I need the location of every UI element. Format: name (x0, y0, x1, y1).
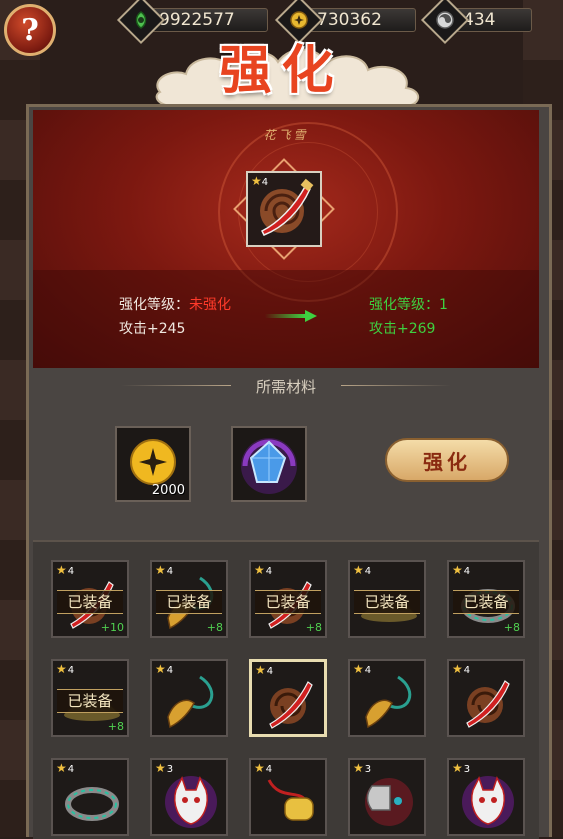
coin-cost: 2000 (151, 483, 185, 498)
star-icon: ★3 (353, 761, 372, 775)
inventory-item-0[interactable]: ★4 已装备 +10 (51, 560, 129, 638)
star-icon: ★4 (251, 174, 269, 188)
equipped-badge: 已装备 (354, 590, 420, 614)
star-icon: ★4 (353, 662, 372, 676)
star-icon: ★4 (56, 662, 75, 676)
divider-right (341, 385, 451, 386)
enhance-level: +10 (100, 621, 124, 634)
next-level-value: 1 (439, 297, 448, 313)
materials-title: 所需材料 (255, 378, 316, 396)
inventory-item-10[interactable]: ★4 (51, 758, 129, 836)
inventory-item-11[interactable]: ★3 (150, 758, 228, 836)
arrow-right-icon (265, 310, 317, 322)
inventory-item-3[interactable]: ★4 已装备 (348, 560, 426, 638)
star-icon: ★4 (255, 663, 274, 677)
inventory-item-6[interactable]: ★4 (150, 659, 228, 737)
enhance-button[interactable]: 强化 (385, 438, 509, 482)
equipped-badge: 已装备 (255, 590, 321, 614)
star-icon: ★3 (452, 761, 471, 775)
current-level-value: 未强化 (189, 297, 231, 313)
selected-item-slot: ★4 (233, 158, 335, 260)
inventory-item-1[interactable]: ★4 已装备 +8 (150, 560, 228, 638)
enhance-level: +8 (503, 621, 520, 634)
item-name: 花飞雪 (263, 128, 309, 142)
equipped-badge: 已装备 (57, 689, 123, 713)
inventory-item-12[interactable]: ★4 (249, 758, 327, 836)
star-icon: ★4 (254, 761, 273, 775)
inventory-item-14[interactable]: ★3 (447, 758, 525, 836)
star-icon: ★4 (56, 563, 75, 577)
equipped-badge: 已装备 (57, 590, 123, 614)
star-icon: ★4 (254, 563, 273, 577)
inventory-item-8[interactable]: ★4 (348, 659, 426, 737)
star-icon: ★4 (155, 563, 174, 577)
star-icon: ★4 (155, 662, 174, 676)
page-title: 强化 (219, 40, 344, 101)
enhance-preview-panel: 花飞雪 ★4 强化等级：未强化 攻击+245 强化等级：1 攻击+269 (33, 110, 539, 368)
inventory-item-9[interactable]: ★4 (447, 659, 525, 737)
star-icon: ★4 (452, 563, 471, 577)
required-materials-section: 所需材料 2000 强化 (33, 370, 539, 540)
star-icon: ★4 (452, 662, 471, 676)
material-coin-slot[interactable]: 2000 (115, 426, 191, 502)
next-level: 强化等级：1 (369, 297, 448, 313)
inventory-item-4[interactable]: ★4 已装备 +8 (447, 560, 525, 638)
material-crystal-slot[interactable] (231, 426, 307, 502)
next-attack: 攻击+269 (369, 321, 436, 337)
equipped-badge: 已装备 (156, 590, 222, 614)
inventory-item-13[interactable]: ★3 (348, 758, 426, 836)
enhance-level: +8 (206, 621, 223, 634)
enhance-level: +8 (107, 720, 124, 733)
inventory-grid: ★4 已装备 +10 ★4 已装备 +8 ★4 已装备 +8 ★4 已装备 ★4 已装备 +8 ★4 已装备 +… (33, 540, 539, 839)
inventory-item-5[interactable]: ★4 已装备 +8 (51, 659, 129, 737)
enhance-level: +8 (305, 621, 322, 634)
current-attack: 攻击+245 (119, 321, 186, 337)
inventory-item-7[interactable]: ★4 (249, 659, 327, 737)
equipped-badge: 已装备 (453, 590, 519, 614)
star-icon: ★4 (56, 761, 75, 775)
inventory-item-2[interactable]: ★4 已装备 +8 (249, 560, 327, 638)
current-level: 强化等级：未强化 (119, 297, 231, 313)
gold-coin-icon (130, 439, 176, 485)
selected-item-frame: ★4 (246, 171, 322, 247)
star-icon: ★3 (155, 761, 174, 775)
crystal-icon (241, 438, 297, 494)
star-icon: ★4 (353, 563, 372, 577)
